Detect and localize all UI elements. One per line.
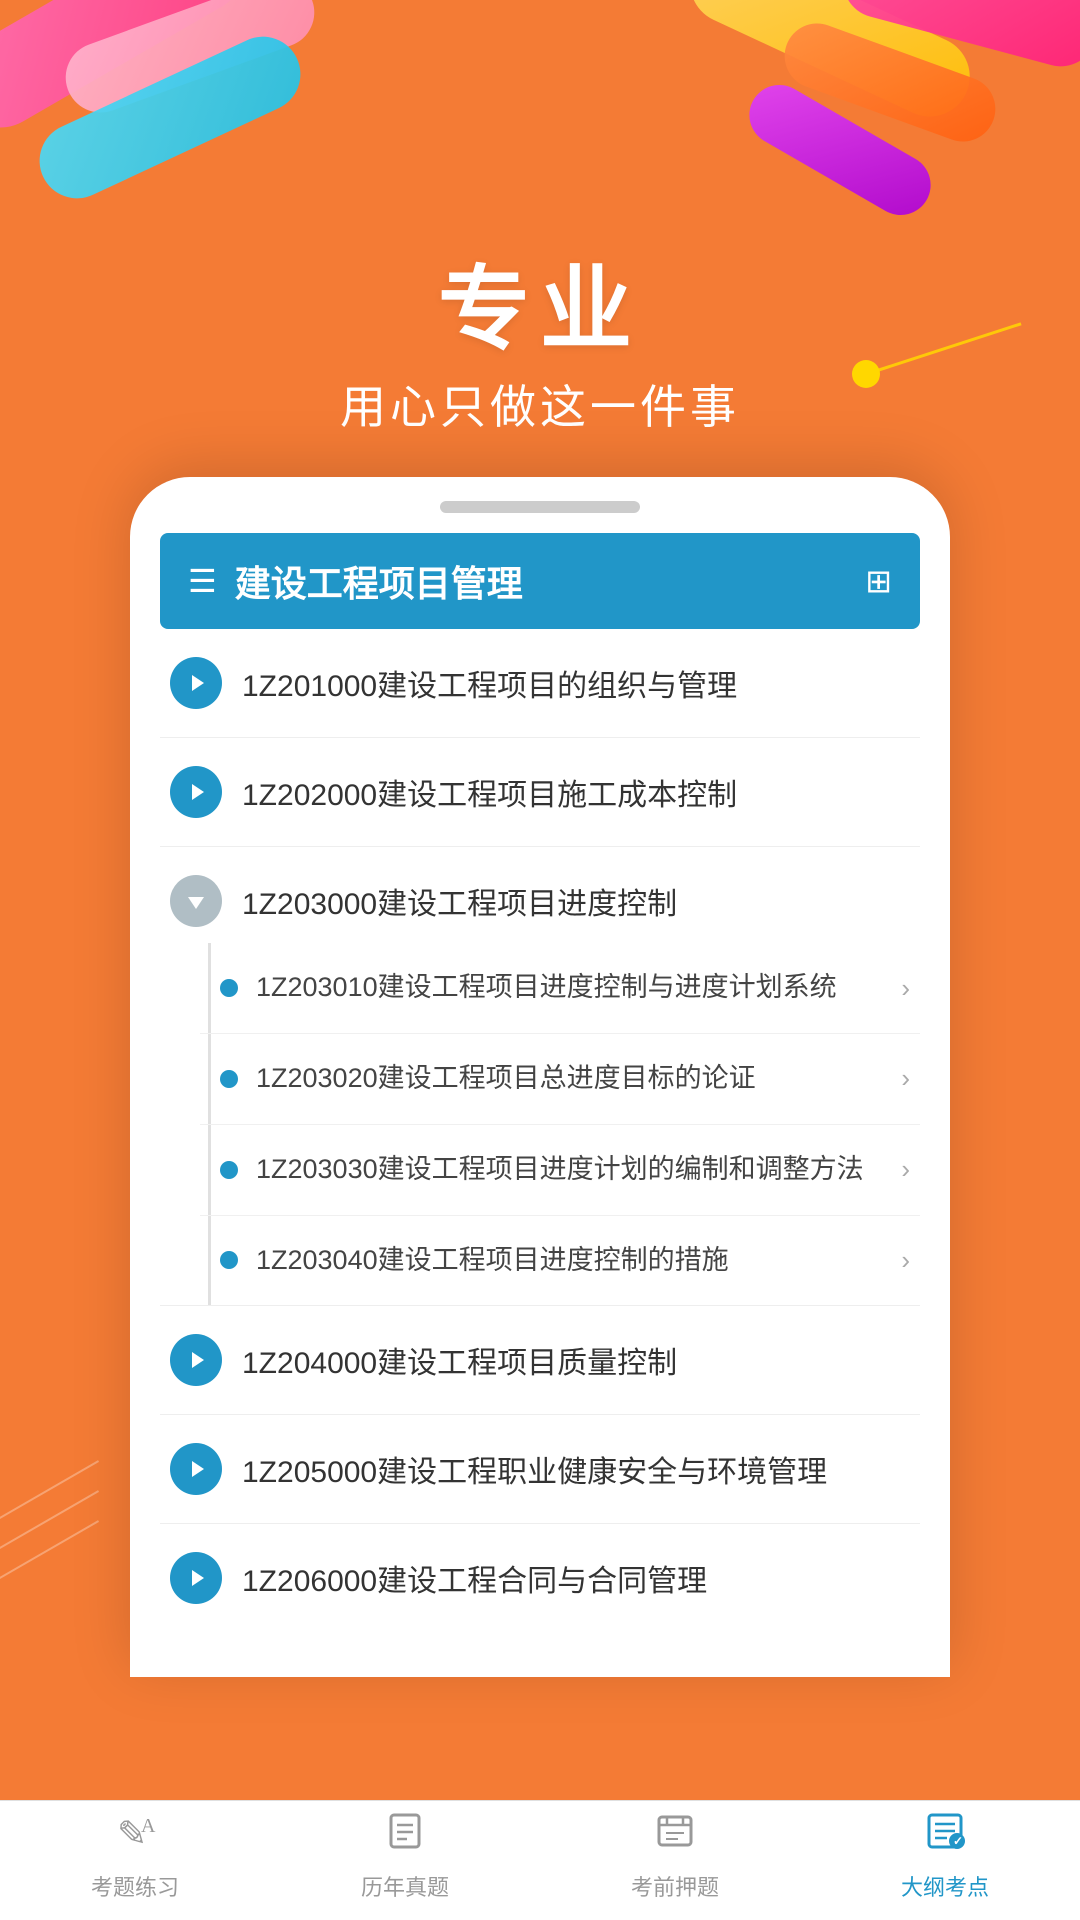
topbar-title: 建设工程项目管理	[235, 555, 523, 607]
hero-title: 专业	[0, 260, 1080, 361]
item-label-1Z202000: 1Z202000建设工程项目施工成本控制	[242, 770, 910, 814]
item-label-1Z204000: 1Z204000建设工程项目质量控制	[242, 1338, 910, 1382]
sub-item-label-1Z203040: 1Z203040建设工程项目进度控制的措施	[256, 1242, 883, 1280]
bottom-navigation: ✎ A 考题练习 历年真题 考前	[0, 1800, 1080, 1920]
sub-item-label-1Z203010: 1Z203010建设工程项目进度控制与进度计划系统	[256, 969, 883, 1007]
list-container: 1Z201000建设工程项目的组织与管理 1Z202000建设工程项目施工成本控…	[130, 629, 950, 1652]
sub-item-dot	[220, 1070, 238, 1088]
topbar-left: ☰ 建设工程项目管理	[188, 555, 523, 607]
svg-text:✓: ✓	[953, 1834, 963, 1848]
nav-item-practice[interactable]: ✎ A 考题练习	[0, 1801, 270, 1920]
app-topbar: ☰ 建设工程项目管理 ⊞	[160, 533, 920, 629]
sub-item-dot	[220, 1251, 238, 1269]
nav-label-predict: 考前押题	[631, 1870, 719, 1902]
list-item[interactable]: 1Z204000建设工程项目质量控制	[160, 1306, 920, 1415]
chevron-right-icon: ›	[901, 1245, 910, 1276]
item-icon-1Z201000	[170, 657, 222, 709]
sub-item-label-1Z203030: 1Z203030建设工程项目进度计划的编制和调整方法	[256, 1151, 883, 1189]
outline-icon: ✓	[923, 1809, 967, 1864]
item-icon-1Z206000	[170, 1552, 222, 1604]
chevron-right-icon: ›	[901, 1063, 910, 1094]
svg-text:A: A	[141, 1815, 156, 1837]
item-label-1Z203000: 1Z203000建设工程项目进度控制	[242, 879, 910, 923]
sub-item-dot	[220, 1161, 238, 1179]
chevron-right-icon: ›	[901, 973, 910, 1004]
nav-label-practice: 考题练习	[91, 1870, 179, 1902]
grid-icon[interactable]: ⊞	[865, 562, 892, 600]
list-item[interactable]: 1Z201000建设工程项目的组织与管理	[160, 629, 920, 738]
item-label-1Z205000: 1Z205000建设工程职业健康安全与环境管理	[242, 1447, 910, 1491]
hero-section: 专业 用心只做这一件事	[0, 0, 1080, 477]
practice-icon: ✎ A	[113, 1810, 157, 1864]
chevron-right-icon: ›	[901, 1154, 910, 1185]
item-icon-1Z204000	[170, 1334, 222, 1386]
item-label-1Z206000: 1Z206000建设工程合同与合同管理	[242, 1556, 910, 1600]
nav-item-predict[interactable]: 考前押题	[540, 1801, 810, 1920]
sub-item-1Z203030[interactable]: 1Z203030建设工程项目进度计划的编制和调整方法 ›	[200, 1125, 920, 1216]
nav-item-outline[interactable]: ✓ 大纲考点	[810, 1801, 1080, 1920]
nav-item-past[interactable]: 历年真题	[270, 1801, 540, 1920]
item-icon-1Z202000	[170, 766, 222, 818]
sub-item-1Z203010[interactable]: 1Z203010建设工程项目进度控制与进度计划系统 ›	[200, 943, 920, 1034]
sub-item-dot	[220, 979, 238, 997]
nav-label-past: 历年真题	[361, 1870, 449, 1902]
sub-items-1Z203000: 1Z203010建设工程项目进度控制与进度计划系统 › 1Z203020建设工程…	[160, 943, 920, 1306]
past-icon	[383, 1809, 427, 1864]
list-item[interactable]: 1Z205000建设工程职业健康安全与环境管理	[160, 1415, 920, 1524]
sub-item-1Z203040[interactable]: 1Z203040建设工程项目进度控制的措施 ›	[200, 1216, 920, 1306]
sub-item-1Z203020[interactable]: 1Z203020建设工程项目总进度目标的论证 ›	[200, 1034, 920, 1125]
list-item[interactable]: 1Z206000建设工程合同与合同管理	[160, 1524, 920, 1632]
list-item[interactable]: 1Z202000建设工程项目施工成本控制	[160, 738, 920, 847]
hero-subtitle: 用心只做这一件事	[0, 371, 1080, 437]
item-label-1Z201000: 1Z201000建设工程项目的组织与管理	[242, 661, 910, 705]
item-icon-1Z205000	[170, 1443, 222, 1495]
sub-item-label-1Z203020: 1Z203020建设工程项目总进度目标的论证	[256, 1060, 883, 1098]
item-icon-1Z203000	[170, 875, 222, 927]
menu-icon[interactable]: ☰	[188, 562, 217, 600]
phone-mockup: ☰ 建设工程项目管理 ⊞ 1Z201000建设工程项目的组织与管理 1Z2020…	[130, 477, 950, 1677]
phone-notch	[440, 501, 640, 513]
nav-label-outline: 大纲考点	[901, 1870, 989, 1902]
predict-icon	[653, 1809, 697, 1864]
list-item-expanded[interactable]: 1Z203000建设工程项目进度控制	[160, 847, 920, 943]
